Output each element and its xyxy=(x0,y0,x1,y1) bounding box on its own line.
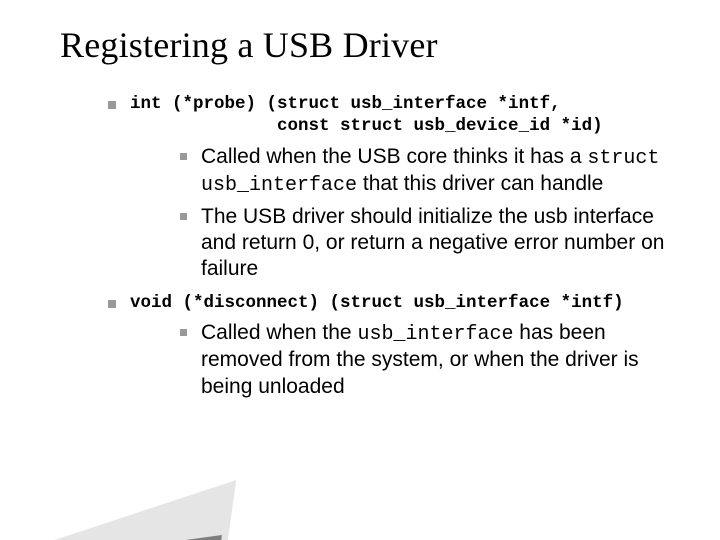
bullet-icon xyxy=(108,101,116,109)
body-text: Called when the usb_interface has been r… xyxy=(201,320,680,400)
bullet-icon xyxy=(180,153,187,160)
body-text: The USB driver should initialize the usb… xyxy=(201,204,680,283)
corner-decoration xyxy=(0,460,230,540)
text-post: that this driver can handle xyxy=(357,172,603,195)
bullet-icon xyxy=(108,300,116,308)
inline-code: usb_interface xyxy=(357,323,513,346)
list-item: int (*probe) (struct usb_interface *intf… xyxy=(108,94,680,138)
text-pre: Called when the xyxy=(201,321,357,344)
page-title: Registering a USB Driver xyxy=(60,24,680,66)
list-item: The USB driver should initialize the usb… xyxy=(180,204,680,283)
code-signature: int (*probe) (struct usb_interface *intf… xyxy=(130,94,603,138)
body-text: Called when the USB core thinks it has a… xyxy=(201,144,680,198)
list-item: Called when the usb_interface has been r… xyxy=(180,320,680,400)
text-pre: Called when the USB core thinks it has a xyxy=(201,145,587,168)
text-pre: The USB driver should initialize the usb… xyxy=(201,205,664,281)
slide: Registering a USB Driver int (*probe) (s… xyxy=(0,0,720,540)
code-signature: void (*disconnect) (struct usb_interface… xyxy=(130,293,624,315)
list-item: void (*disconnect) (struct usb_interface… xyxy=(108,293,680,315)
triangle-light-icon xyxy=(0,480,236,540)
bullet-icon xyxy=(180,329,187,336)
bullet-icon xyxy=(180,213,187,220)
triangle-dark-icon xyxy=(0,535,222,540)
list-item: Called when the USB core thinks it has a… xyxy=(180,144,680,198)
